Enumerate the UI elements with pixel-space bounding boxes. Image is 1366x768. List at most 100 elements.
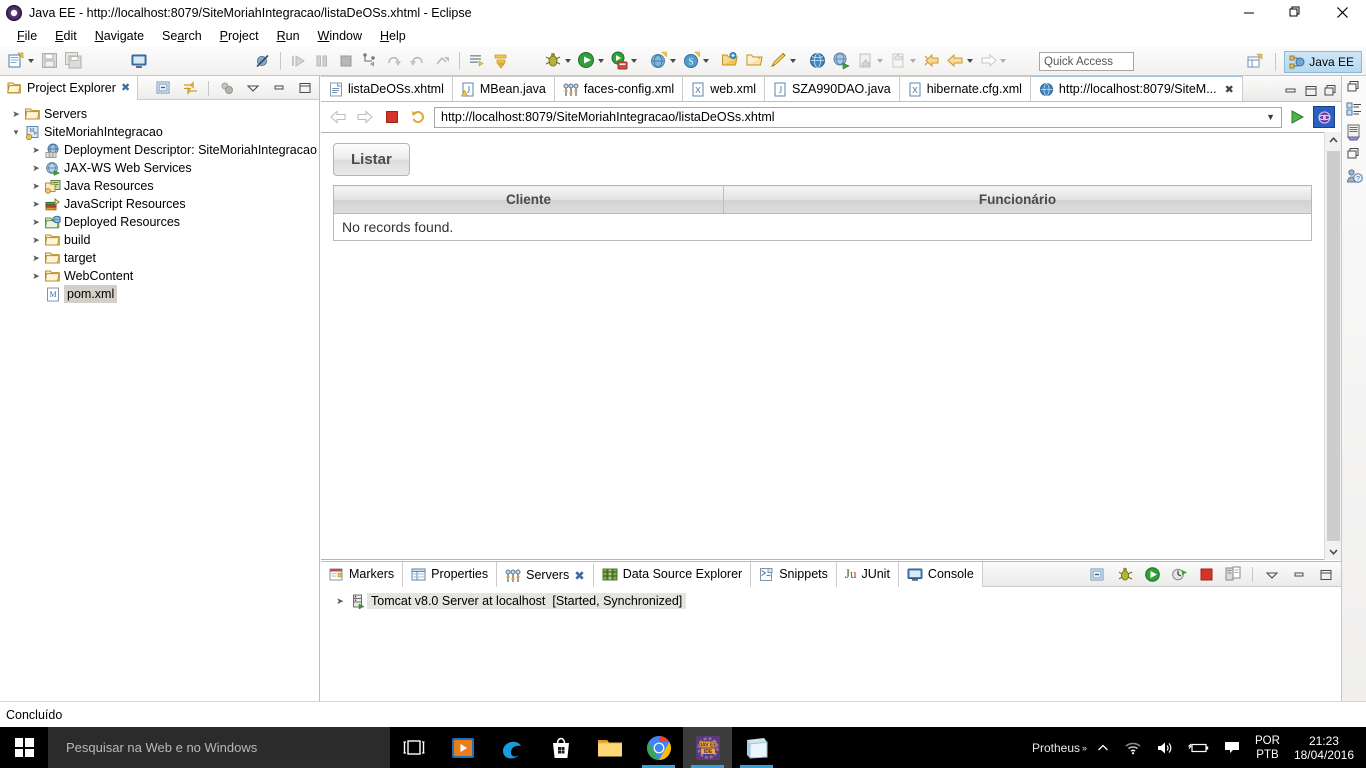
browser-vertical-scrollbar[interactable]	[1324, 132, 1341, 560]
tree-item-webcontent[interactable]: ➤ WebContent	[0, 267, 319, 285]
new-session-bean-icon[interactable]: S	[680, 50, 702, 72]
listar-button[interactable]: Listar	[333, 143, 410, 176]
tab-snippets[interactable]: Snippets	[751, 561, 837, 587]
perspective-java-ee[interactable]: Java EE	[1284, 50, 1362, 73]
battery-icon[interactable]	[1181, 741, 1217, 755]
run-server-icon[interactable]	[608, 50, 630, 72]
tree-item-sitemoriahintegracao[interactable]: ▾ M! SiteMoriahIntegracao	[0, 123, 319, 141]
go-play-icon[interactable]	[1286, 106, 1308, 128]
taskbar-app-eclipse-ide-icon[interactable]: JAV EE IDE	[683, 727, 732, 768]
editor-tab-internal-web-browser[interactable]: http://localhost:8079/SiteM... ✖	[1030, 76, 1243, 101]
new-wizard-dropdown-icon[interactable]	[28, 58, 34, 63]
view-menu-icon[interactable]	[242, 77, 264, 99]
tree-item-java-resources[interactable]: ➤ Java Resources	[0, 177, 319, 195]
quick-access-input[interactable]: Quick Access	[1039, 52, 1134, 71]
menu-project[interactable]: Project	[211, 27, 268, 45]
collapse-all-icon[interactable]	[153, 77, 175, 99]
annotation-icon[interactable]	[767, 50, 789, 72]
taskbar-app-microsoft-edge-icon[interactable]	[487, 727, 536, 768]
editor-tab-listadeoss-xhtml[interactable]: listaDeOSs.xhtml	[321, 76, 453, 101]
editor-tab-hibernate-cfg-xml[interactable]: X hibernate.cfg.xml	[899, 76, 1031, 101]
editor-tab-web-xml[interactable]: X web.xml	[683, 76, 766, 101]
chevron-up-icon[interactable]	[1089, 741, 1117, 755]
collapse-all-icon[interactable]	[1087, 564, 1109, 586]
profile-server-icon[interactable]	[1168, 564, 1190, 586]
action-center-icon[interactable]	[1217, 740, 1247, 756]
link-with-editor-icon[interactable]	[179, 77, 201, 99]
editor-tab-sza990dao-java[interactable]: J SZA990DAO.java	[765, 76, 900, 101]
minimize-button[interactable]	[1226, 0, 1272, 25]
close-icon[interactable]: ✖	[1225, 83, 1234, 96]
run-last-tool-icon[interactable]	[466, 50, 488, 72]
tab-junit[interactable]: Ju JUnit	[836, 561, 899, 587]
maximize-icon[interactable]	[294, 77, 316, 99]
properties-view-icon[interactable]	[1346, 124, 1362, 141]
minimize-icon[interactable]	[1288, 564, 1310, 586]
open-perspective-icon[interactable]	[1244, 51, 1266, 73]
tab-markers[interactable]: Markers	[321, 561, 404, 587]
close-icon[interactable]: ✖	[574, 568, 584, 583]
tree-item-servers[interactable]: ➤ Servers	[0, 105, 319, 123]
scrollbar-thumb[interactable]	[1326, 151, 1340, 541]
publish-icon[interactable]	[1222, 564, 1244, 586]
tree-item-deployment-descriptor[interactable]: ➤ 3.0 Deployment Descriptor: SiteMoriahI…	[0, 141, 319, 159]
menu-help[interactable]: Help	[371, 27, 415, 45]
taskbar-app-file-explorer-icon[interactable]	[585, 727, 634, 768]
stop-icon[interactable]	[381, 106, 403, 128]
menu-edit[interactable]: Edit	[46, 27, 86, 45]
expand-arrow-icon[interactable]: ➤	[28, 217, 44, 228]
next-annotation-dropdown-icon[interactable]	[910, 58, 916, 63]
tree-item-jax-ws-web-services[interactable]: ➤ JAX-WS Web Services	[0, 159, 319, 177]
restore-icon[interactable]	[1324, 84, 1338, 98]
tab-servers[interactable]: Servers ✖	[497, 561, 594, 587]
menu-run[interactable]: Run	[268, 27, 309, 45]
help-view-icon[interactable]: ?	[1346, 168, 1363, 185]
tree-item-deployed-resources[interactable]: ➤ Deployed Resources	[0, 213, 319, 231]
taskbar-search-input[interactable]: Pesquisar na Web e no Windows	[48, 727, 390, 768]
run-external-tools-icon[interactable]	[490, 50, 512, 72]
table-header-funcionario[interactable]: Funcionário	[723, 185, 1312, 214]
menu-window[interactable]: Window	[309, 27, 371, 45]
maximize-icon[interactable]	[1304, 84, 1318, 98]
tree-item-target[interactable]: ➤ target	[0, 249, 319, 267]
expand-arrow-icon[interactable]: ➤	[28, 271, 44, 282]
scroll-up-arrow-icon[interactable]	[1325, 132, 1342, 149]
snippets-view-icon[interactable]	[1347, 147, 1362, 162]
open-external-browser-icon[interactable]	[1313, 106, 1335, 128]
new-java-ee-artifact-icon[interactable]	[647, 50, 669, 72]
tab-properties[interactable]: Properties	[403, 561, 498, 587]
web-browser-icon[interactable]	[806, 50, 828, 72]
open-resource-icon[interactable]	[743, 50, 765, 72]
tree-item-build[interactable]: ➤ build	[0, 231, 319, 249]
expand-arrow-icon[interactable]: ➤	[28, 199, 44, 210]
language-indicator[interactable]: POR PTB	[1247, 734, 1288, 762]
web-service-explorer-icon[interactable]	[830, 50, 852, 72]
menu-file[interactable]: File	[8, 27, 46, 45]
taskbar-app-media-player-icon[interactable]	[438, 727, 487, 768]
taskbar-app-microsoft-store-icon[interactable]	[536, 727, 585, 768]
debug-server-icon[interactable]	[1114, 564, 1136, 586]
scroll-down-arrow-icon[interactable]	[1325, 543, 1342, 560]
collapse-arrow-icon[interactable]: ▾	[8, 127, 24, 138]
console-view-icon[interactable]	[128, 50, 150, 72]
refresh-icon[interactable]	[408, 106, 430, 128]
tab-project-explorer[interactable]: Project Explorer ✖	[0, 75, 139, 100]
expand-arrow-icon[interactable]: ➤	[28, 253, 44, 264]
debug-dropdown-icon[interactable]	[565, 58, 571, 63]
menu-navigate[interactable]: Navigate	[86, 27, 153, 45]
debug-icon[interactable]	[542, 50, 564, 72]
close-button[interactable]	[1318, 0, 1366, 25]
expand-arrow-icon[interactable]: ➤	[331, 596, 349, 607]
menu-search[interactable]: Search	[153, 27, 211, 45]
run-dropdown-icon[interactable]	[598, 58, 604, 63]
windows-start-icon[interactable]	[0, 727, 48, 768]
minimize-icon[interactable]	[1284, 84, 1298, 98]
url-input[interactable]: http://localhost:8079/SiteMoriahIntegrac…	[434, 106, 1282, 128]
clock[interactable]: 21:23 18/04/2016	[1288, 734, 1366, 762]
forward-dropdown-icon[interactable]	[1000, 58, 1006, 63]
close-icon[interactable]: ✖	[121, 81, 130, 94]
speaker-icon[interactable]	[1149, 740, 1181, 756]
minimize-icon[interactable]	[268, 77, 290, 99]
back-icon[interactable]	[944, 50, 966, 72]
expand-arrow-icon[interactable]: ➤	[28, 163, 44, 174]
